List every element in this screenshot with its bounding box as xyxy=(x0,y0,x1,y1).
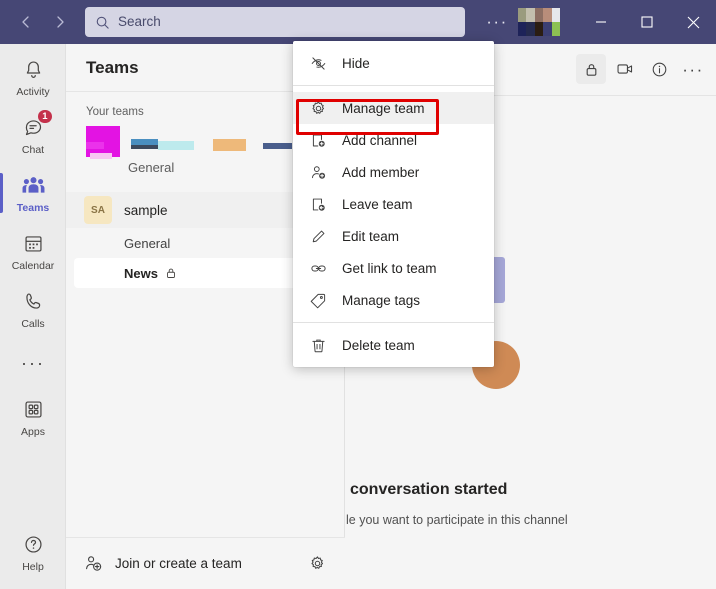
menu-label-hide: Hide xyxy=(342,55,370,71)
team-name-label: sample xyxy=(124,202,168,218)
sidebar-label-teams: Teams xyxy=(16,201,50,214)
sidebar-more-apps-button[interactable]: ··· xyxy=(0,338,66,388)
close-button[interactable] xyxy=(670,0,716,44)
panel-footer: Join or create a team xyxy=(66,537,345,589)
sidebar-item-help[interactable]: Help xyxy=(0,523,66,581)
empty-state-title: conversation started xyxy=(350,481,508,498)
menu-label-manage-tags: Manage tags xyxy=(342,292,421,308)
channel-label-general-redacted[interactable]: General xyxy=(128,160,174,175)
title-bar: Search ··· xyxy=(0,0,716,44)
team-avatar-initials: SA xyxy=(91,204,105,216)
sidebar-item-teams[interactable]: Teams xyxy=(0,164,66,222)
menu-label-edit-team: Edit team xyxy=(342,228,400,244)
menu-label-get-link-to-team: Get link to team xyxy=(342,260,437,276)
redaction-bar xyxy=(158,141,194,150)
lock-icon[interactable] xyxy=(576,54,606,84)
lock-icon xyxy=(165,267,177,279)
channel-name-label: News xyxy=(124,265,158,281)
menu-item-hide[interactable]: Hide xyxy=(293,47,494,79)
redaction-bar xyxy=(131,145,158,149)
search-placeholder-text: Search xyxy=(118,14,161,30)
chat-unread-badge: 1 xyxy=(37,108,53,124)
sidebar-item-calls[interactable]: Calls xyxy=(0,280,66,338)
left-app-rail: Activity 1 Chat Teams Calendar Calls ···… xyxy=(0,44,66,589)
teams-app-window: Search ··· Activity 1 Chat Teams Calenda… xyxy=(0,0,716,589)
search-icon xyxy=(95,15,110,30)
page-title: Teams xyxy=(86,57,139,77)
menu-label-add-channel: Add channel xyxy=(342,132,418,148)
sidebar-label-apps: Apps xyxy=(21,425,45,438)
avatar[interactable] xyxy=(518,8,560,36)
sidebar-label-help: Help xyxy=(22,560,44,573)
team-context-menu: Hide Manage team Add channel Add member … xyxy=(293,41,494,367)
leave-team-icon xyxy=(308,196,328,213)
channel-toolbar: ··· xyxy=(576,54,708,84)
forward-button[interactable] xyxy=(44,6,76,38)
more-options-icon[interactable]: ··· xyxy=(678,54,708,84)
sidebar-item-activity[interactable]: Activity xyxy=(0,48,66,106)
sidebar-label-calls: Calls xyxy=(21,317,45,330)
menu-label-manage-team: Manage team xyxy=(342,100,425,116)
maximize-button[interactable] xyxy=(624,0,670,44)
menu-label-delete-team: Delete team xyxy=(342,337,415,353)
add-member-icon xyxy=(84,554,103,573)
link-icon xyxy=(308,260,328,277)
menu-item-add-member[interactable]: Add member xyxy=(293,156,494,188)
menu-label-add-member: Add member xyxy=(342,164,420,180)
add-channel-icon xyxy=(308,132,328,149)
phone-icon xyxy=(23,289,44,315)
sidebar-item-apps[interactable]: Apps xyxy=(0,388,66,446)
menu-separator xyxy=(293,322,494,323)
calendar-icon xyxy=(23,231,44,257)
bell-icon xyxy=(23,57,44,83)
minimize-button[interactable] xyxy=(578,0,624,44)
search-input[interactable]: Search xyxy=(85,7,465,37)
pencil-icon xyxy=(308,228,328,245)
add-member-icon xyxy=(308,164,328,181)
redaction-bar xyxy=(213,139,246,151)
back-button[interactable] xyxy=(10,6,42,38)
menu-item-get-link-to-team[interactable]: Get link to team xyxy=(293,252,494,284)
sidebar-label-calendar: Calendar xyxy=(11,259,55,272)
menu-item-leave-team[interactable]: Leave team xyxy=(293,188,494,220)
sidebar-item-chat[interactable]: 1 Chat xyxy=(0,106,66,164)
chat-icon: 1 xyxy=(23,108,53,141)
team-avatar: SA xyxy=(84,196,112,224)
join-or-create-team-label: Join or create a team xyxy=(115,556,242,571)
team-avatar-redacted xyxy=(86,126,120,159)
menu-item-edit-team[interactable]: Edit team xyxy=(293,220,494,252)
gear-icon xyxy=(308,100,328,117)
menu-item-add-channel[interactable]: Add channel xyxy=(293,124,494,156)
video-camera-icon[interactable] xyxy=(610,54,640,84)
eye-off-icon xyxy=(308,55,328,72)
menu-label-leave-team: Leave team xyxy=(342,196,413,212)
navigation-arrows xyxy=(10,6,76,38)
question-circle-icon xyxy=(23,532,44,558)
menu-item-manage-team[interactable]: Manage team xyxy=(293,92,494,124)
more-options-label: ··· xyxy=(682,59,704,79)
trash-icon xyxy=(308,337,328,354)
gear-icon[interactable] xyxy=(303,550,331,578)
teams-people-icon xyxy=(22,173,45,199)
grid-apps-icon xyxy=(23,397,44,423)
info-circle-icon[interactable] xyxy=(644,54,674,84)
sidebar-label-activity: Activity xyxy=(16,85,50,98)
join-or-create-team-button[interactable]: Join or create a team xyxy=(84,554,303,573)
menu-item-delete-team[interactable]: Delete team xyxy=(293,329,494,361)
empty-state-subtitle: le you want to participate in this chann… xyxy=(346,513,568,527)
settings-ellipsis-button[interactable]: ··· xyxy=(482,7,512,37)
sidebar-item-calendar[interactable]: Calendar xyxy=(0,222,66,280)
channel-name-label: General xyxy=(124,235,171,251)
titlebar-right-controls: ··· xyxy=(482,0,716,44)
menu-separator xyxy=(293,85,494,86)
redaction-bar xyxy=(263,143,292,149)
sidebar-label-chat: Chat xyxy=(21,143,45,156)
tag-icon xyxy=(308,292,328,309)
menu-item-manage-tags[interactable]: Manage tags xyxy=(293,284,494,316)
